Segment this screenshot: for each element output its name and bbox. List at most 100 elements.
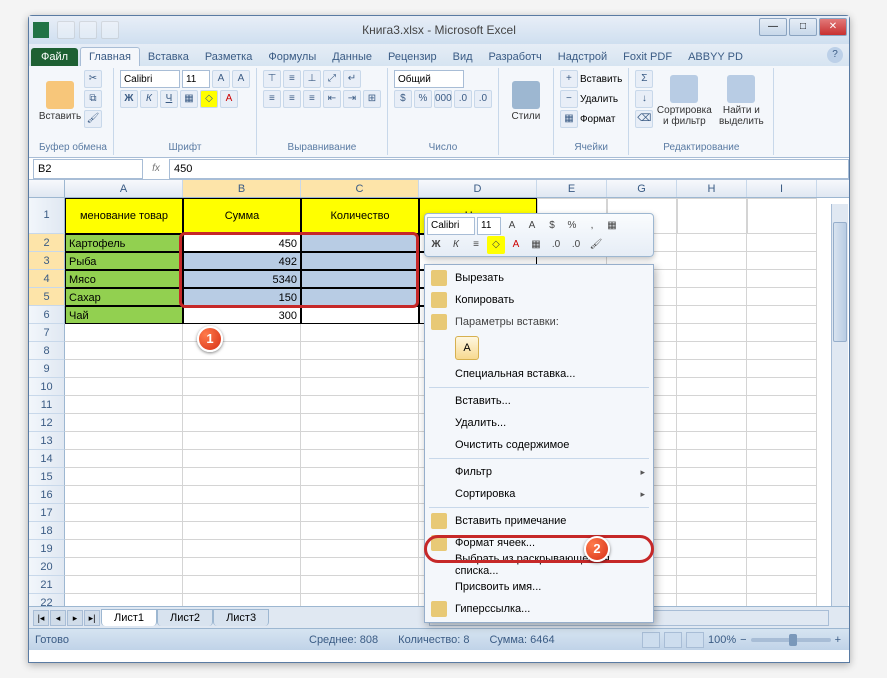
font-color-icon[interactable]: A <box>220 90 238 108</box>
cell[interactable] <box>65 468 183 486</box>
zoom-slider[interactable] <box>751 638 831 642</box>
cell[interactable] <box>183 576 301 594</box>
cell[interactable] <box>183 450 301 468</box>
mt-comma-icon[interactable]: , <box>583 217 601 235</box>
row-header[interactable]: 22 <box>29 594 65 606</box>
merge-icon[interactable]: ⊞ <box>363 90 381 108</box>
select-all-corner[interactable] <box>29 180 65 197</box>
mt-italic-button[interactable]: К <box>447 236 465 254</box>
row-header-6[interactable]: 6 <box>29 306 65 324</box>
cell[interactable] <box>677 486 747 504</box>
row-header[interactable]: 15 <box>29 468 65 486</box>
tab-data[interactable]: Данные <box>324 48 380 66</box>
align-bottom-icon[interactable]: ⊥ <box>303 70 321 88</box>
cell[interactable] <box>301 486 419 504</box>
mt-percent-icon[interactable]: % <box>563 217 581 235</box>
cell[interactable] <box>65 522 183 540</box>
mt-shrink-font-icon[interactable]: A <box>523 217 541 235</box>
cell[interactable] <box>301 594 419 606</box>
col-header-b[interactable]: B <box>183 180 301 197</box>
name-box[interactable]: B2 <box>33 159 143 179</box>
cell[interactable] <box>183 558 301 576</box>
cell[interactable] <box>301 396 419 414</box>
increase-font-icon[interactable]: A <box>212 70 230 88</box>
mt-bold-button[interactable]: Ж <box>427 236 445 254</box>
cell[interactable] <box>747 396 817 414</box>
cell[interactable] <box>747 450 817 468</box>
zoom-thumb[interactable] <box>789 634 797 646</box>
col-header-i[interactable]: I <box>747 180 817 197</box>
row-header-5[interactable]: 5 <box>29 288 65 306</box>
cell[interactable] <box>301 432 419 450</box>
cell[interactable] <box>677 576 747 594</box>
indent-dec-icon[interactable]: ⇤ <box>323 90 341 108</box>
zoom-level[interactable]: 100% <box>708 634 736 646</box>
cell[interactable] <box>301 504 419 522</box>
cell[interactable] <box>183 486 301 504</box>
cell[interactable] <box>301 576 419 594</box>
mt-currency-icon[interactable]: $ <box>543 217 561 235</box>
row-header-1[interactable]: 1 <box>29 198 65 234</box>
mt-format-painter-icon[interactable]: 🖌 <box>587 236 605 254</box>
minimize-button[interactable]: — <box>759 18 787 36</box>
undo-icon[interactable] <box>79 21 97 39</box>
underline-button[interactable]: Ч <box>160 90 178 108</box>
cm-paste-special[interactable]: Специальная вставка... <box>427 363 651 385</box>
mt-border2-icon[interactable]: ▦ <box>527 236 545 254</box>
cm-clear[interactable]: Очистить содержимое <box>427 434 651 456</box>
vertical-scrollbar[interactable] <box>831 204 848 612</box>
cell[interactable] <box>65 576 183 594</box>
cell[interactable] <box>65 414 183 432</box>
save-icon[interactable] <box>57 21 75 39</box>
view-pagebreak-icon[interactable] <box>686 632 704 648</box>
sort-filter-button[interactable]: Сортировка и фильтр <box>656 70 712 132</box>
mt-dec-dec-icon[interactable]: .0 <box>567 236 585 254</box>
cell[interactable] <box>65 396 183 414</box>
mt-font-combo[interactable]: Calibri <box>427 217 475 235</box>
cm-pick-from-list[interactable]: Выбрать из раскрывающегося списка... <box>427 554 651 576</box>
tab-abbyy[interactable]: ABBYY PD <box>680 48 751 66</box>
row-header[interactable]: 13 <box>29 432 65 450</box>
cell[interactable] <box>677 324 747 342</box>
tab-nav-last[interactable]: ▸| <box>84 610 100 626</box>
cell[interactable] <box>183 432 301 450</box>
cell[interactable] <box>183 360 301 378</box>
cell[interactable] <box>677 414 747 432</box>
file-tab[interactable]: Файл <box>31 48 78 66</box>
mt-fill-color-icon[interactable]: ◇ <box>487 236 505 254</box>
cell[interactable] <box>747 342 817 360</box>
row-header[interactable]: 14 <box>29 450 65 468</box>
cell[interactable] <box>747 522 817 540</box>
cell[interactable] <box>747 576 817 594</box>
font-size-combo[interactable]: 11 <box>182 70 210 88</box>
paste-button[interactable]: Вставить <box>39 70 81 132</box>
tab-review[interactable]: Рецензир <box>380 48 445 66</box>
tab-layout[interactable]: Разметка <box>197 48 261 66</box>
cell[interactable] <box>301 450 419 468</box>
row-header-2[interactable]: 2 <box>29 234 65 252</box>
cm-copy[interactable]: Копировать <box>427 289 651 311</box>
cm-filter[interactable]: Фильтр▸ <box>427 461 651 483</box>
cell[interactable] <box>747 360 817 378</box>
delete-cells-icon[interactable]: − <box>560 90 578 108</box>
row-header[interactable]: 16 <box>29 486 65 504</box>
tab-home[interactable]: Главная <box>80 47 140 66</box>
cell[interactable] <box>183 594 301 606</box>
tab-insert[interactable]: Вставка <box>140 48 197 66</box>
col-header-a[interactable]: A <box>65 180 183 197</box>
clear-icon[interactable]: ⌫ <box>635 110 653 128</box>
dec-decimal-icon[interactable]: .0 <box>474 90 492 108</box>
border-icon[interactable]: ▦ <box>180 90 198 108</box>
cell[interactable] <box>677 342 747 360</box>
sheet-tab-3[interactable]: Лист3 <box>213 609 269 626</box>
cell[interactable] <box>183 504 301 522</box>
cell[interactable] <box>183 540 301 558</box>
cell-styles-button[interactable]: Стили <box>505 70 547 132</box>
row-header[interactable]: 7 <box>29 324 65 342</box>
tab-foxit[interactable]: Foxit PDF <box>615 48 680 66</box>
align-top-icon[interactable]: ⊤ <box>263 70 281 88</box>
cm-paste-default[interactable]: A <box>455 336 479 360</box>
row-header-3[interactable]: 3 <box>29 252 65 270</box>
formula-input[interactable] <box>169 159 849 179</box>
cm-insert[interactable]: Вставить... <box>427 390 651 412</box>
